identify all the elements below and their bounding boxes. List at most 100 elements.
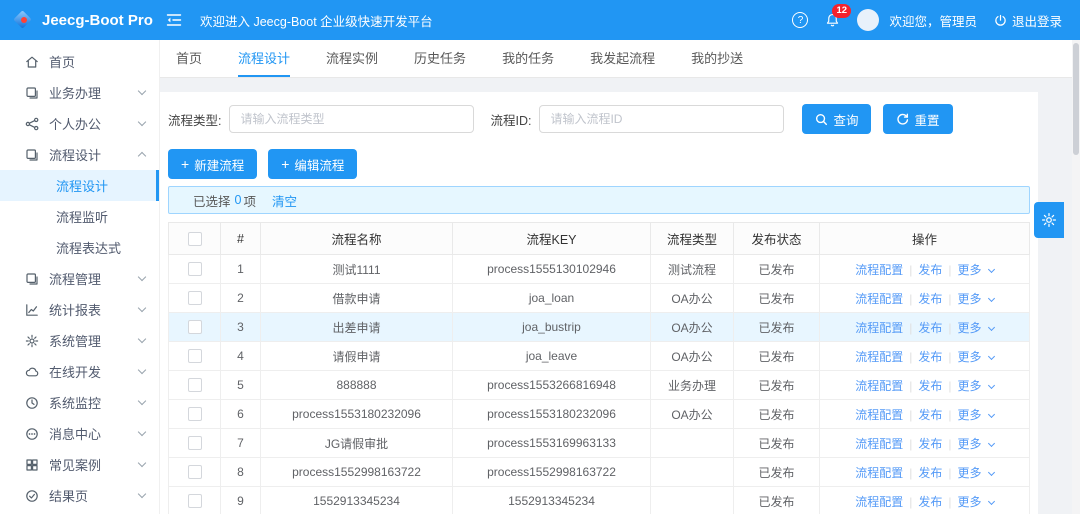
row-checkbox[interactable] <box>187 407 202 422</box>
sidebar-item-12[interactable]: 结果页 <box>0 480 159 511</box>
sidebar-subitem-2[interactable]: 流程监听 <box>0 201 159 232</box>
action-more-link[interactable]: 更多 <box>957 466 995 480</box>
cell-type: OA办公 <box>650 341 734 371</box>
action-config-link[interactable]: 流程配置 <box>855 292 903 306</box>
action-more-link[interactable]: 更多 <box>957 437 995 451</box>
action-publish-link[interactable]: 发布 <box>918 408 942 422</box>
scrollbar-thumb[interactable] <box>1073 43 1079 155</box>
column-header-5: 发布状态 <box>733 222 820 255</box>
sidebar-item-4[interactable]: 流程设计 <box>0 139 159 170</box>
column-header-1: # <box>220 222 261 255</box>
sidebar-subitem-1[interactable]: 流程设计 <box>0 170 159 201</box>
page-scrollbar[interactable] <box>1072 40 1080 514</box>
menu-fold-icon[interactable] <box>166 13 182 27</box>
cell-name: process1553180232096 <box>260 399 453 429</box>
notification-bell[interactable]: 12 <box>825 4 852 28</box>
action-more-link[interactable]: 更多 <box>957 321 995 335</box>
cell-index: 1 <box>220 254 261 284</box>
action-more-link[interactable]: 更多 <box>957 379 995 393</box>
action-more-link[interactable]: 更多 <box>957 408 995 422</box>
tab-4[interactable]: 历史任务 <box>414 40 466 77</box>
action-publish-link[interactable]: 发布 <box>918 263 942 277</box>
chevron-down-icon <box>987 294 995 302</box>
tab-1[interactable]: 首页 <box>176 40 202 77</box>
sidebar-item-6[interactable]: 统计报表 <box>0 294 159 325</box>
main-area: 首页 流程设计 流程实例 历史任务 我的任务 我发起流程 我的抄送 流程类型: 流程ID: … <box>160 40 1072 514</box>
row-checkbox[interactable] <box>187 436 202 451</box>
action-more-label: 更多 <box>957 262 985 277</box>
logout-button[interactable]: 退出登录 <box>994 11 1062 30</box>
avatar[interactable] <box>857 9 880 31</box>
action-config-link[interactable]: 流程配置 <box>855 263 903 277</box>
cell-type: OA办公 <box>650 283 734 313</box>
logo-text: Jeecg-Boot Pro <box>42 11 153 29</box>
tab-3[interactable]: 流程实例 <box>326 40 378 77</box>
action-more-link[interactable]: 更多 <box>957 349 995 364</box>
sidebar-item-label: 系统管理 <box>49 334 102 349</box>
action-config-link[interactable]: 流程配置 <box>855 321 903 335</box>
row-checkbox[interactable] <box>187 465 202 480</box>
reset-icon <box>897 113 909 125</box>
notification-badge: 12 <box>832 4 852 18</box>
tab-2[interactable]: 流程设计 <box>238 40 291 77</box>
cell-name: process1552998163722 <box>260 457 453 487</box>
action-publish-link[interactable]: 发布 <box>918 495 942 509</box>
chevron-down-icon <box>137 272 147 282</box>
selection-suffix: 项 <box>243 194 256 209</box>
action-separator: | <box>948 407 952 422</box>
action-more-link[interactable]: 更多 <box>957 495 995 509</box>
action-config-link[interactable]: 流程配置 <box>855 466 903 480</box>
sidebar-item-9[interactable]: 系统监控 <box>0 387 159 418</box>
action-publish-link[interactable]: 发布 <box>918 321 942 335</box>
row-checkbox[interactable] <box>187 494 202 509</box>
tab-7[interactable]: 我的抄送 <box>691 40 743 77</box>
action-publish-link[interactable]: 发布 <box>918 379 942 393</box>
row-checkbox[interactable] <box>187 320 202 335</box>
settings-fab[interactable] <box>1034 202 1064 238</box>
action-publish-link[interactable]: 发布 <box>918 437 942 451</box>
process-id-input[interactable] <box>539 105 785 133</box>
sidebar-subitem-3[interactable]: 流程表达式 <box>0 232 159 263</box>
action-config-link[interactable]: 流程配置 <box>855 437 903 451</box>
sidebar-item-8[interactable]: 在线开发 <box>0 356 159 387</box>
header-cell-checkbox <box>168 222 221 255</box>
search-button[interactable]: 查询 <box>802 104 872 134</box>
sidebar-item-11[interactable]: 常见案例 <box>0 449 159 480</box>
cell-actions: 流程配置 | 发布 | 更多 <box>819 428 1030 458</box>
row-checkbox[interactable] <box>187 378 202 393</box>
action-more-link[interactable]: 更多 <box>957 292 995 306</box>
action-config-link[interactable]: 流程配置 <box>855 408 903 422</box>
select-all-checkbox[interactable] <box>187 231 202 246</box>
row-checkbox[interactable] <box>187 262 202 277</box>
row-checkbox[interactable] <box>187 291 202 306</box>
action-publish-link[interactable]: 发布 <box>918 466 942 480</box>
action-config-link[interactable]: 流程配置 <box>855 495 903 509</box>
sidebar-item-10[interactable]: 消息中心 <box>0 418 159 449</box>
sidebar-item-2[interactable]: 业务办理 <box>0 77 159 108</box>
action-config-link[interactable]: 流程配置 <box>855 379 903 393</box>
chevron-down-icon <box>137 117 147 127</box>
sidebar-item-7[interactable]: 系统管理 <box>0 325 159 356</box>
process-type-input[interactable] <box>229 105 475 133</box>
action-config-link[interactable]: 流程配置 <box>855 350 903 364</box>
sidebar-item-3[interactable]: 个人办公 <box>0 108 159 139</box>
edit-process-button[interactable]: + 编辑流程 <box>268 149 358 179</box>
row-checkbox[interactable] <box>187 349 202 364</box>
action-more-link[interactable]: 更多 <box>957 262 995 277</box>
help-icon[interactable]: ? <box>792 12 809 28</box>
tab-6[interactable]: 我发起流程 <box>590 40 655 77</box>
action-separator: | <box>948 494 952 509</box>
chevron-down-icon <box>987 352 995 360</box>
action-publish-link[interactable]: 发布 <box>918 350 942 364</box>
cell-actions: 流程配置 | 发布 | 更多 <box>819 312 1030 342</box>
action-publish-link[interactable]: 发布 <box>918 292 942 306</box>
reset-button[interactable]: 重置 <box>883 104 953 134</box>
sidebar-item-5[interactable]: 流程管理 <box>0 263 159 294</box>
column-header-3: 流程KEY <box>452 222 651 255</box>
sidebar-item-1[interactable]: 首页 <box>0 46 159 77</box>
table-row: 6 process1553180232096 process155318023209… <box>168 399 1030 429</box>
action-more-label: 更多 <box>957 349 985 364</box>
new-process-button[interactable]: + 新建流程 <box>168 149 258 179</box>
clear-selection-link[interactable]: 清空 <box>272 191 297 210</box>
tab-5[interactable]: 我的任务 <box>502 40 554 77</box>
